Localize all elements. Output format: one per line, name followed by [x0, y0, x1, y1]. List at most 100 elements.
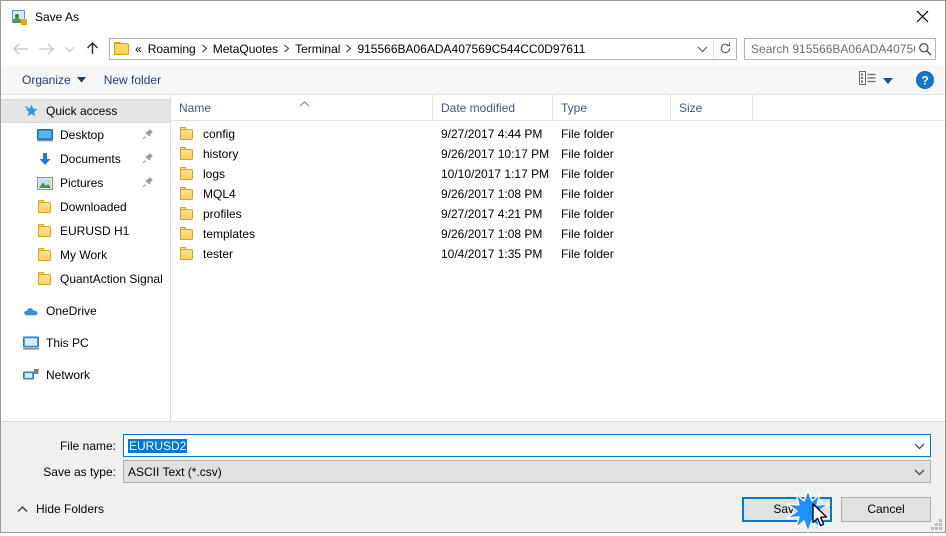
sidebar-item-this-pc[interactable]: This PC: [1, 331, 170, 355]
table-row[interactable]: tester 10/4/2017 1:35 PM File folder: [171, 244, 945, 264]
table-row[interactable]: logs 10/10/2017 1:17 PM File folder: [171, 164, 945, 184]
back-button[interactable]: [7, 36, 33, 62]
file-name-row: File name: EURUSD2: [1, 434, 945, 457]
save-as-type-select[interactable]: ASCII Text (*.csv): [123, 460, 931, 483]
table-row[interactable]: history 9/26/2017 10:17 PM File folder: [171, 144, 945, 164]
breadcrumb-item-terminal[interactable]: Terminal: [292, 42, 343, 56]
file-name-dropdown-button[interactable]: [908, 435, 930, 456]
save-button-label: Save: [773, 502, 801, 516]
sidebar-item-downloaded[interactable]: Downloaded: [1, 195, 170, 219]
sidebar-item-my-work[interactable]: My Work: [1, 243, 170, 267]
view-options-icon: [859, 71, 876, 88]
onedrive-cloud-icon: [23, 303, 39, 319]
cancel-button-label: Cancel: [867, 502, 905, 516]
save-as-type-dropdown-button[interactable]: [908, 461, 930, 482]
documents-download-icon: [37, 151, 53, 167]
file-date-cell: 10/10/2017 1:17 PM: [441, 167, 550, 181]
column-header-date-modified[interactable]: Date modified: [433, 95, 553, 120]
file-name-label: tester: [203, 247, 234, 261]
refresh-button[interactable]: [713, 38, 736, 59]
file-name-label: templates: [203, 227, 256, 241]
file-name-cell: templates: [171, 227, 433, 241]
file-date-cell: 9/26/2017 10:17 PM: [441, 147, 550, 161]
column-header-type[interactable]: Type: [553, 95, 671, 120]
dialog-body: Quick access Desktop Documents Pictures …: [1, 95, 945, 421]
resize-grip-icon[interactable]: [930, 518, 942, 530]
hide-folders-label: Hide Folders: [36, 502, 105, 516]
search-input[interactable]: Search 915566BA06ADA40756...: [745, 42, 915, 56]
file-type-cell: File folder: [561, 247, 614, 261]
sidebar-item-eurusd-h1[interactable]: EURUSD H1: [1, 219, 170, 243]
column-header-size[interactable]: Size: [671, 95, 753, 120]
file-type-cell: File folder: [561, 207, 614, 221]
folder-icon: [37, 223, 53, 239]
folder-icon: [179, 147, 195, 161]
cancel-button[interactable]: Cancel: [841, 496, 931, 522]
sidebar-item-label: Network: [46, 368, 91, 382]
breadcrumb-item-terminal-id[interactable]: 915566BA06ADA407569C544CC0D97611: [354, 42, 588, 56]
table-row[interactable]: config 9/27/2017 4:44 PM File folder: [171, 124, 945, 144]
table-row[interactable]: MQL4 9/26/2017 1:08 PM File folder: [171, 184, 945, 204]
recent-locations-button[interactable]: [59, 36, 79, 62]
help-button[interactable]: ?: [915, 70, 935, 90]
chevron-right-icon: [343, 44, 354, 53]
file-date-cell: 9/27/2017 4:44 PM: [441, 127, 543, 141]
forward-button[interactable]: [33, 36, 59, 62]
sidebar-item-pictures[interactable]: Pictures: [1, 171, 170, 195]
organize-button[interactable]: Organize: [15, 70, 93, 90]
file-type-cell: File folder: [561, 127, 614, 141]
save-button[interactable]: Save: [742, 496, 832, 522]
hide-folders-button[interactable]: Hide Folders: [11, 498, 110, 520]
folder-icon: [37, 271, 53, 287]
chevron-up-icon: [17, 502, 28, 516]
sidebar-item-quick-access[interactable]: Quick access: [1, 99, 170, 123]
sidebar-item-network[interactable]: Network: [1, 363, 170, 387]
search-box[interactable]: Search 915566BA06ADA40756...: [744, 37, 936, 60]
column-header-label: Type: [561, 100, 588, 115]
breadcrumb-overflow[interactable]: «: [132, 42, 145, 56]
pin-icon: [142, 152, 154, 164]
title-bar: Save As: [1, 1, 945, 32]
file-name-input[interactable]: EURUSD2: [123, 434, 931, 457]
sidebar-item-desktop[interactable]: Desktop: [1, 123, 170, 147]
sidebar-item-quantaction-signal[interactable]: QuantAction Signal: [1, 267, 170, 291]
sidebar-item-documents[interactable]: Documents: [1, 147, 170, 171]
file-type-cell: File folder: [561, 167, 614, 181]
navigation-bar: « Roaming MetaQuotes Terminal 915566BA06…: [1, 32, 945, 65]
sidebar-item-label: Pictures: [60, 176, 104, 190]
file-name-label: File name:: [59, 438, 116, 453]
caret-down-icon: [76, 76, 86, 83]
new-folder-button[interactable]: New folder: [97, 70, 168, 90]
file-name-cell: profiles: [171, 207, 433, 221]
back-arrow-icon: [12, 43, 28, 54]
svg-text:?: ?: [921, 73, 928, 87]
address-bar[interactable]: « Roaming MetaQuotes Terminal 915566BA06…: [109, 37, 737, 60]
file-name-cell: config: [171, 127, 433, 141]
command-bar: Organize New folder ?: [1, 65, 945, 95]
help-icon: ?: [916, 70, 934, 89]
up-button[interactable]: [79, 36, 105, 62]
file-date-cell: 9/26/2017 1:08 PM: [441, 187, 543, 201]
quick-access-star-icon: [23, 103, 39, 119]
file-name-cell: logs: [171, 167, 433, 181]
folder-icon: [37, 199, 53, 215]
file-name-label: history: [203, 147, 239, 161]
dialog-footer: Hide Folders Save Cancel: [1, 486, 945, 532]
address-dropdown-button[interactable]: [691, 39, 713, 59]
sidebar-item-onedrive[interactable]: OneDrive: [1, 299, 170, 323]
save-as-dialog: Save As « Roaming MetaQuotes Terminal 91…: [0, 0, 946, 533]
close-button[interactable]: [899, 1, 945, 31]
file-name-selected-text: EURUSD2: [128, 438, 188, 453]
save-as-type-label: Save as type:: [43, 464, 116, 479]
breadcrumb-item-metaquotes[interactable]: MetaQuotes: [210, 42, 281, 56]
file-date-cell: 9/27/2017 4:21 PM: [441, 207, 543, 221]
column-header-name[interactable]: Name: [171, 95, 433, 120]
folder-icon: [179, 227, 195, 241]
table-row[interactable]: templates 9/26/2017 1:08 PM File folder: [171, 224, 945, 244]
breadcrumb-item-roaming[interactable]: Roaming: [145, 42, 199, 56]
view-options-button[interactable]: [853, 68, 899, 91]
table-row[interactable]: profiles 9/27/2017 4:21 PM File folder: [171, 204, 945, 224]
sidebar-item-label: OneDrive: [46, 304, 97, 318]
file-name-cell: MQL4: [171, 187, 433, 201]
file-name-cell: tester: [171, 247, 433, 261]
